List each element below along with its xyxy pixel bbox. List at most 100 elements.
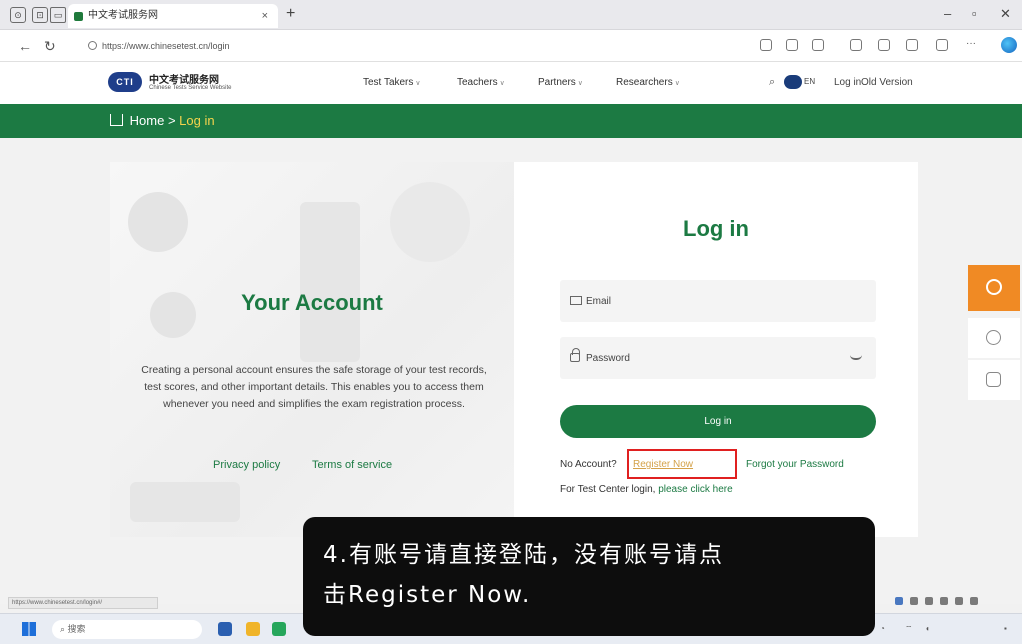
forgot-password-link[interactable]: Forgot your Password — [746, 459, 844, 470]
breadcrumb-current: Log in — [179, 113, 215, 128]
url-text: https://www.chinesetest.cn/login — [102, 41, 230, 51]
decorative-shape — [300, 202, 360, 362]
nav-partners[interactable]: Partners ∨ — [538, 77, 583, 88]
breadcrumb-home[interactable]: Home — [130, 113, 165, 128]
lock-icon — [570, 348, 580, 362]
email-field[interactable] — [586, 280, 856, 322]
site-header: CTI 中文考试服务网 Chinese Tests Service Websit… — [0, 62, 1022, 104]
login-title: Log in — [683, 216, 749, 241]
mail-icon — [570, 296, 582, 305]
password-field[interactable] — [586, 337, 856, 379]
email-field-wrapper — [560, 280, 876, 322]
nav-teachers[interactable]: Teachers ∨ — [457, 77, 505, 88]
notification-icon[interactable]: ▪ — [1004, 624, 1007, 633]
taskbar-app-icon[interactable] — [218, 622, 232, 636]
home-icon[interactable] — [110, 114, 123, 126]
translate-icon[interactable] — [786, 39, 798, 51]
tab-actions-icon[interactable]: ▭ — [50, 7, 66, 23]
qr-code-button[interactable] — [968, 360, 1020, 400]
caption-line-2: 击Register Now. — [323, 582, 532, 608]
windows-start-icon[interactable] — [22, 622, 36, 636]
maximize-icon[interactable]: ▫ — [972, 6, 977, 21]
wechat-button[interactable] — [968, 318, 1020, 358]
taskbar-search[interactable]: ⌕ 搜索 — [52, 620, 202, 639]
back-arrow-icon[interactable]: ← — [18, 38, 32, 54]
register-highlight-box — [627, 449, 737, 479]
nav-label: Teachers — [457, 77, 498, 88]
network-icon[interactable]: ◔ — [880, 624, 885, 633]
headset-icon — [986, 279, 1002, 295]
chevron-down-icon: ∨ — [674, 80, 680, 87]
globe-icon[interactable] — [784, 75, 802, 89]
site-favicon-icon — [74, 12, 83, 21]
more-menu-icon[interactable]: ··· — [966, 39, 978, 51]
tray-icon[interactable] — [925, 597, 933, 605]
new-tab-button[interactable]: + — [286, 5, 295, 23]
test-center-text: For Test Center login, — [560, 484, 659, 495]
tray-icon[interactable] — [970, 597, 978, 605]
copilot-icon[interactable] — [1001, 37, 1017, 53]
profile-icon[interactable]: ⊙ — [10, 7, 26, 23]
split-screen-icon[interactable] — [850, 39, 862, 51]
eye-closed-icon[interactable] — [850, 355, 862, 360]
test-center-link[interactable]: please click here — [658, 484, 732, 495]
old-version-link[interactable]: Old Version — [861, 77, 913, 88]
breadcrumb: Home > Log in — [110, 113, 215, 128]
account-info-panel: Your Account Creating a personal account… — [110, 162, 514, 537]
volume-icon[interactable]: ◖ — [925, 624, 930, 633]
nav-test-takers[interactable]: Test Takers ∨ — [363, 77, 421, 88]
logo-title-en: Chinese Tests Service Website — [149, 85, 232, 91]
address-bar-row: ← ↻ https://www.chinesetest.cn/login ··· — [0, 30, 1022, 62]
extensions-icon[interactable] — [936, 39, 948, 51]
customer-service-button[interactable] — [968, 265, 1020, 311]
taskbar-search-text: 搜索 — [67, 624, 86, 634]
nav-label: Test Takers — [363, 77, 414, 88]
site-logo[interactable]: CTI — [108, 72, 142, 92]
terms-of-service-link[interactable]: Terms of service — [312, 459, 392, 471]
caption-line-1: 4.有账号请直接登陆，没有账号请点 — [323, 542, 724, 568]
privacy-policy-link[interactable]: Privacy policy — [213, 459, 280, 471]
logo-title-cn: 中文考试服务网 — [149, 75, 219, 86]
chevron-down-icon: ∨ — [415, 80, 421, 87]
tray-icon[interactable] — [940, 597, 948, 605]
chevron-down-icon: ∨ — [577, 80, 583, 87]
qr-code-icon — [986, 372, 1001, 387]
read-aloud-icon[interactable] — [760, 39, 772, 51]
account-description: Creating a personal account ensures the … — [141, 364, 487, 410]
clock[interactable] — [960, 624, 990, 632]
login-panel: Log in Log in No Account? Register Now F… — [514, 162, 918, 537]
workspaces-icon[interactable]: ⊡ — [32, 7, 48, 23]
reload-icon[interactable]: ↻ — [44, 38, 56, 55]
chevron-down-icon: ∨ — [499, 80, 505, 87]
close-window-icon[interactable]: ✕ — [1000, 6, 1011, 22]
login-button[interactable]: Log in — [560, 405, 876, 438]
taskbar-app-icon[interactable] — [272, 622, 286, 636]
header-login-link[interactable]: Log in — [834, 77, 861, 88]
file-explorer-icon[interactable] — [246, 622, 260, 636]
nav-researchers[interactable]: Researchers ∨ — [616, 77, 680, 88]
test-center-line: For Test Center login, please click here — [560, 484, 733, 495]
minimize-icon[interactable]: – — [944, 6, 951, 21]
status-bar-url: https://www.chinesetest.cn/login#/ — [8, 597, 158, 609]
tray-icon[interactable] — [910, 597, 918, 605]
nav-label: Researchers — [616, 77, 673, 88]
decorative-shape — [390, 182, 470, 262]
tray-icon[interactable] — [955, 597, 963, 605]
tab-close-icon[interactable]: × — [262, 4, 268, 28]
favorites-icon[interactable] — [878, 39, 890, 51]
language-switch[interactable]: EN — [804, 77, 815, 86]
favorite-star-icon[interactable] — [812, 39, 824, 51]
site-info-icon[interactable] — [88, 41, 97, 50]
wifi-icon[interactable]: ⌔ — [905, 624, 913, 634]
wechat-icon — [986, 330, 1001, 345]
collections-icon[interactable] — [906, 39, 918, 51]
password-field-wrapper — [560, 337, 876, 379]
tab-title: 中文考试服务网 — [88, 10, 158, 21]
url-field[interactable]: https://www.chinesetest.cn/login — [86, 36, 736, 56]
search-icon[interactable]: ⌕ — [769, 76, 775, 89]
search-icon: ⌕ — [60, 624, 68, 634]
decorative-shape — [130, 482, 240, 522]
tray-icon[interactable] — [895, 597, 903, 605]
breadcrumb-separator: > — [167, 113, 176, 128]
browser-tab[interactable]: 中文考试服务网 × — [68, 4, 278, 28]
